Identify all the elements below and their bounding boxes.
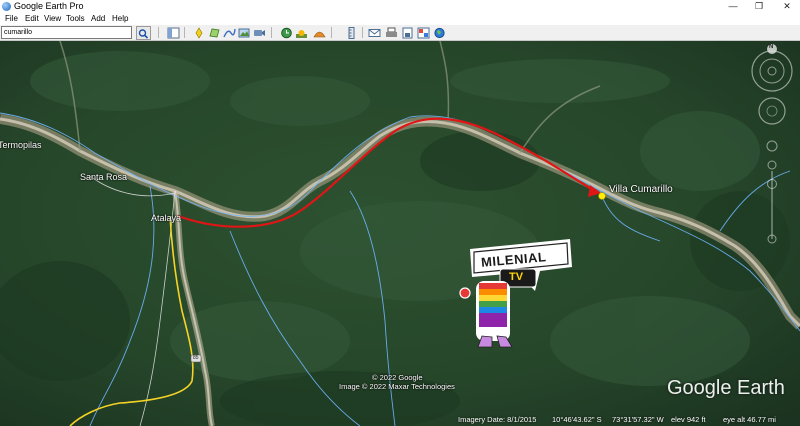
add-path-button[interactable] [223,26,236,38]
menu-add[interactable]: Add [91,13,105,25]
road-shield-number: 85 [193,355,199,361]
place-label-villa-cumarillo[interactable]: Villa Cumarillo [609,184,673,195]
planets-button[interactable] [313,26,326,38]
globe-icon [434,27,445,39]
menu-bar: File Edit View Tools Add Help [0,13,800,25]
add-image-overlay-button[interactable] [238,26,251,38]
menu-help[interactable]: Help [112,13,128,25]
menu-file[interactable]: File [5,13,18,25]
add-polygon-button[interactable] [208,26,221,38]
magnifier-icon [138,29,149,39]
envelope-icon [368,29,381,37]
sunlight-button[interactable] [295,26,308,38]
map-imagery [0,41,800,426]
print-button[interactable] [385,26,398,38]
maximize-button[interactable]: ❐ [748,0,770,13]
tour-camera-icon [254,30,265,36]
search-input[interactable] [1,26,132,39]
menu-edit[interactable]: Edit [25,13,39,25]
window-title: Google Earth Pro [14,1,84,11]
save-image-icon [402,27,413,39]
view-in-maps-button[interactable] [417,26,430,39]
historical-imagery-button[interactable] [280,26,293,39]
placemark-icon [195,27,203,39]
search-button[interactable] [136,26,151,40]
copyright-imagery: Image © 2022 Maxar Technologies [339,382,455,391]
map-viewport[interactable]: Termopilas Santa Rosa Atalaya Villa Cuma… [0,41,800,426]
google-earth-app-icon [2,2,11,11]
latitude-readout: 10°46'43.62" S [552,415,602,424]
add-placemark-button[interactable] [193,26,206,39]
image-overlay-icon [238,28,250,38]
minimize-button[interactable]: — [722,0,744,13]
email-button[interactable] [368,26,381,38]
google-earth-web-button[interactable] [433,26,446,39]
menu-view[interactable]: View [44,13,61,25]
place-label-termopilas[interactable]: Termopilas [0,140,42,150]
save-image-button[interactable] [401,26,414,39]
maps-icon [417,27,430,39]
path-icon [223,28,236,38]
elevation-readout: elev 942 ft [671,415,706,424]
ruler-button[interactable] [345,26,358,39]
longitude-readout: 73°31'57.32" W [612,415,664,424]
polygon-icon [209,28,220,38]
toolbar [0,25,800,41]
sidebar-toggle-button[interactable] [167,26,180,39]
close-button[interactable]: ✕ [776,0,798,13]
eye-altitude-readout: eye alt 46.77 mi [723,415,776,424]
placemark-pin[interactable] [598,192,606,200]
compass-north-letter: N [769,44,774,50]
watermark-text-tv: TV [509,271,524,283]
planet-icon [313,31,326,38]
place-label-atalaya[interactable]: Atalaya [151,213,181,223]
sidebar-icon [167,27,180,39]
place-label-santa-rosa[interactable]: Santa Rosa [80,172,127,182]
google-earth-logo: Google Earth [667,377,785,399]
printer-icon [386,27,397,37]
sun-icon [296,30,307,38]
imagery-date: Imagery Date: 8/1/2015 [458,415,537,424]
ruler-icon [348,27,355,39]
menu-tools[interactable]: Tools [66,13,85,25]
copyright-google: © 2022 Google [372,373,423,382]
status-bar: Imagery Date: 8/1/2015 10°46'43.62" S 73… [0,413,800,426]
title-bar: Google Earth Pro — ❐ ✕ [0,0,800,13]
clock-globe-icon [281,27,292,39]
record-tour-button[interactable] [253,26,266,38]
